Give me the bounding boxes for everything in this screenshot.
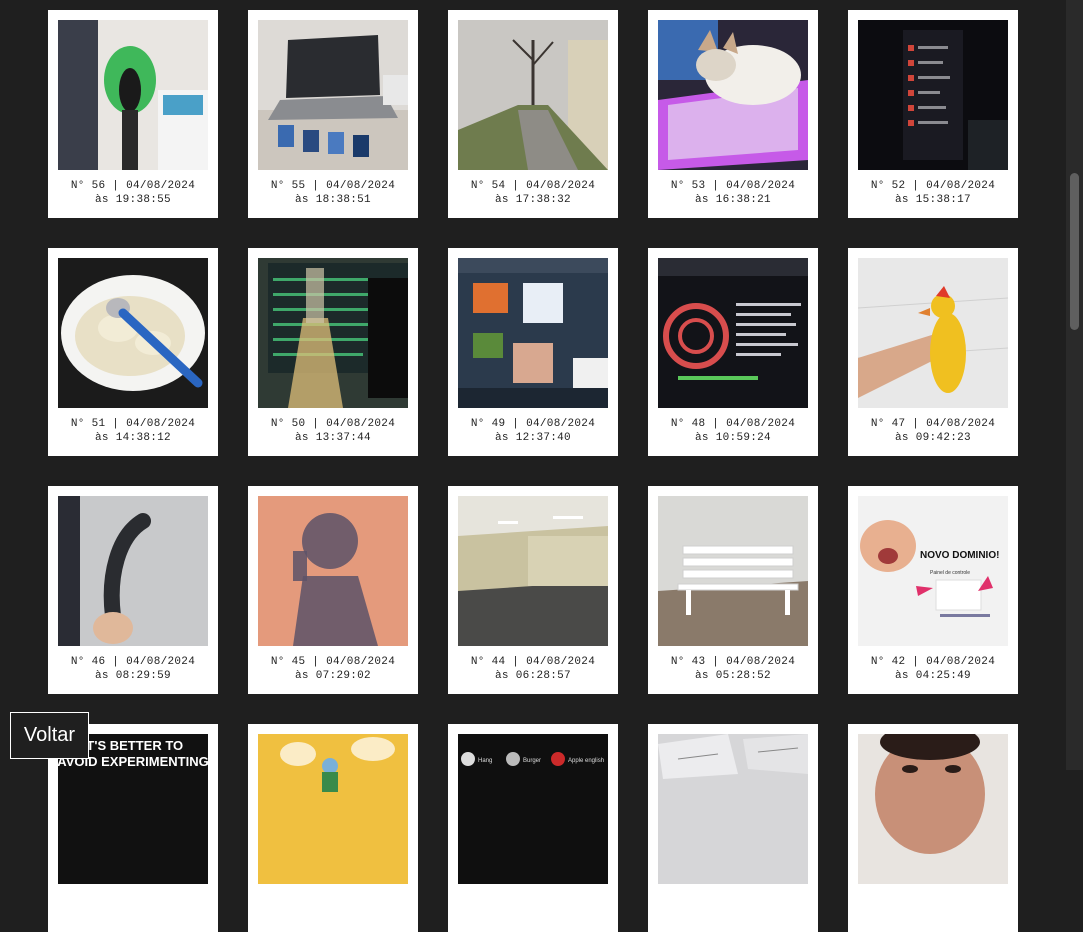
photo-time: às 07:29:02 bbox=[295, 670, 371, 682]
photo-caption: N° 53 | 04/08/2024 às 16:38:21 bbox=[658, 179, 808, 207]
photo-number: N° 55 | 04/08/2024 bbox=[270, 180, 396, 192]
photo-number: N° 44 | 04/08/2024 bbox=[470, 656, 596, 668]
photo-time: às 08:29:59 bbox=[95, 670, 171, 682]
photo-time: às 15:38:17 bbox=[895, 194, 971, 206]
photo-time: às 17:38:32 bbox=[495, 194, 571, 206]
photo-caption: N° 55 | 04/08/2024 às 18:38:51 bbox=[258, 179, 408, 207]
photo-caption: N° 44 | 04/08/2024 às 06:28:57 bbox=[458, 655, 608, 683]
photo-caption: N° 54 | 04/08/2024 às 17:38:32 bbox=[458, 179, 608, 207]
scrollbar-thumb[interactable] bbox=[1070, 173, 1079, 330]
photo-number: N° 43 | 04/08/2024 bbox=[670, 656, 796, 668]
photo-caption: N° 52 | 04/08/2024 às 15:38:17 bbox=[858, 179, 1008, 207]
photo-card[interactable]: N° 48 | 04/08/2024 às 10:59:24 bbox=[648, 248, 818, 456]
photo-card[interactable]: N° 56 | 04/08/2024 às 19:38:55 bbox=[48, 10, 218, 218]
photo-time: às 18:38:51 bbox=[295, 194, 371, 206]
bottle-screen-photo bbox=[258, 258, 408, 408]
photo-time: às 05:28:52 bbox=[695, 670, 771, 682]
photo-caption: N° 49 | 04/08/2024 às 12:37:40 bbox=[458, 417, 608, 445]
photo-card[interactable]: N° 51 | 04/08/2024 às 14:38:12 bbox=[48, 248, 218, 456]
photo-caption: N° 46 | 04/08/2024 às 08:29:59 bbox=[58, 655, 208, 683]
empty-room-photo bbox=[458, 496, 608, 646]
photo-number: N° 51 | 04/08/2024 bbox=[70, 418, 196, 430]
terminal-photo bbox=[658, 258, 808, 408]
meme-sub-text: Painel de controle bbox=[930, 570, 970, 576]
photo-card[interactable]: N° 52 | 04/08/2024 às 15:38:17 bbox=[848, 10, 1018, 218]
photo-card[interactable]: N° 43 | 04/08/2024 às 05:28:52 bbox=[648, 486, 818, 694]
photo-time: às 19:38:55 bbox=[95, 194, 171, 206]
photo-card[interactable]: N° 50 | 04/08/2024 às 13:37:44 bbox=[248, 248, 418, 456]
photo-card[interactable]: N° 44 | 04/08/2024 às 06:28:57 bbox=[448, 486, 618, 694]
app-list-photo: Hang Burger Apple english bbox=[458, 734, 608, 884]
photo-number: N° 52 | 04/08/2024 bbox=[870, 180, 996, 192]
photo-number: N° 47 | 04/08/2024 bbox=[870, 418, 996, 430]
photo-time: às 13:37:44 bbox=[295, 432, 371, 444]
photo-card[interactable]: N° 47 | 04/08/2024 às 09:42:23 bbox=[848, 248, 1018, 456]
bench-photo bbox=[658, 496, 808, 646]
photo-caption: N° 43 | 04/08/2024 às 05:28:52 bbox=[658, 655, 808, 683]
photo-card[interactable] bbox=[248, 724, 418, 932]
photo-time: às 09:42:23 bbox=[895, 432, 971, 444]
laptop-photo bbox=[258, 20, 408, 170]
photo-time: às 10:59:24 bbox=[695, 432, 771, 444]
photo-time: às 16:38:21 bbox=[695, 194, 771, 206]
photo-caption: N° 50 | 04/08/2024 às 13:37:44 bbox=[258, 417, 408, 445]
photo-time: às 06:28:57 bbox=[495, 670, 571, 682]
photo-card[interactable]: N° 54 | 04/08/2024 às 17:38:32 bbox=[448, 10, 618, 218]
photo-card[interactable]: N° 49 | 04/08/2024 às 12:37:40 bbox=[448, 248, 618, 456]
photo-card[interactable] bbox=[848, 724, 1018, 932]
photo-time: às 04:25:49 bbox=[895, 670, 971, 682]
rubber-chicken-photo bbox=[858, 258, 1008, 408]
photo-number: N° 49 | 04/08/2024 bbox=[470, 418, 596, 430]
photo-number: N° 50 | 04/08/2024 bbox=[270, 418, 396, 430]
monitor-photo bbox=[458, 258, 608, 408]
page-scrollbar[interactable] bbox=[1066, 0, 1083, 770]
svg-text:IT'S BETTER TO: IT'S BETTER TO bbox=[83, 738, 183, 753]
photo-grid: N° 56 | 04/08/2024 às 19:38:55 N° 55 | 0… bbox=[48, 10, 1018, 932]
photo-caption: N° 48 | 04/08/2024 às 10:59:24 bbox=[658, 417, 808, 445]
photo-card[interactable]: N° 45 | 04/08/2024 às 07:29:02 bbox=[248, 486, 418, 694]
photo-card[interactable]: N° 55 | 04/08/2024 às 18:38:51 bbox=[248, 10, 418, 218]
back-button[interactable]: Voltar bbox=[10, 712, 89, 759]
photo-time: às 12:37:40 bbox=[495, 432, 571, 444]
app-label: Hang bbox=[478, 758, 492, 764]
papers-photo bbox=[658, 734, 808, 884]
shadow-photo bbox=[258, 496, 408, 646]
cartoon-photo bbox=[258, 734, 408, 884]
app-label: Apple english bbox=[568, 758, 604, 764]
cat-keyboard-photo bbox=[658, 20, 808, 170]
photo-time: às 14:38:12 bbox=[95, 432, 171, 444]
photo-card[interactable]: N° 53 | 04/08/2024 às 16:38:21 bbox=[648, 10, 818, 218]
dark-screen-photo bbox=[858, 20, 1008, 170]
photo-caption: N° 42 | 04/08/2024 às 04:25:49 bbox=[858, 655, 1008, 683]
photo-number: N° 54 | 04/08/2024 bbox=[470, 180, 596, 192]
street-photo bbox=[458, 20, 608, 170]
photo-caption: N° 47 | 04/08/2024 às 09:42:23 bbox=[858, 417, 1008, 445]
photo-number: N° 56 | 04/08/2024 bbox=[70, 180, 196, 192]
photo-number: N° 48 | 04/08/2024 bbox=[670, 418, 796, 430]
photo-number: N° 53 | 04/08/2024 bbox=[670, 180, 796, 192]
face-photo bbox=[858, 734, 1008, 884]
photo-caption: N° 45 | 04/08/2024 às 07:29:02 bbox=[258, 655, 408, 683]
photo-caption: N° 56 | 04/08/2024 às 19:38:55 bbox=[58, 179, 208, 207]
plate-photo bbox=[58, 258, 208, 408]
photo-card[interactable]: N° 46 | 04/08/2024 às 08:29:59 bbox=[48, 486, 218, 694]
photo-card[interactable]: Hang Burger Apple english bbox=[448, 724, 618, 932]
photo-number: N° 46 | 04/08/2024 bbox=[70, 656, 196, 668]
meme-domain-photo: NOVO DOMINIO! Painel de controle bbox=[858, 496, 1008, 646]
photo-number: N° 42 | 04/08/2024 bbox=[870, 656, 996, 668]
meme-caption-text: NOVO DOMINIO! bbox=[920, 550, 999, 561]
photo-card[interactable]: NOVO DOMINIO! Painel de controle N° 42 |… bbox=[848, 486, 1018, 694]
photo-number: N° 45 | 04/08/2024 bbox=[270, 656, 396, 668]
photo-card[interactable] bbox=[648, 724, 818, 932]
green-plush-photo bbox=[58, 20, 208, 170]
black-tube-photo bbox=[58, 496, 208, 646]
photo-caption: N° 51 | 04/08/2024 às 14:38:12 bbox=[58, 417, 208, 445]
app-label: Burger bbox=[523, 758, 541, 764]
